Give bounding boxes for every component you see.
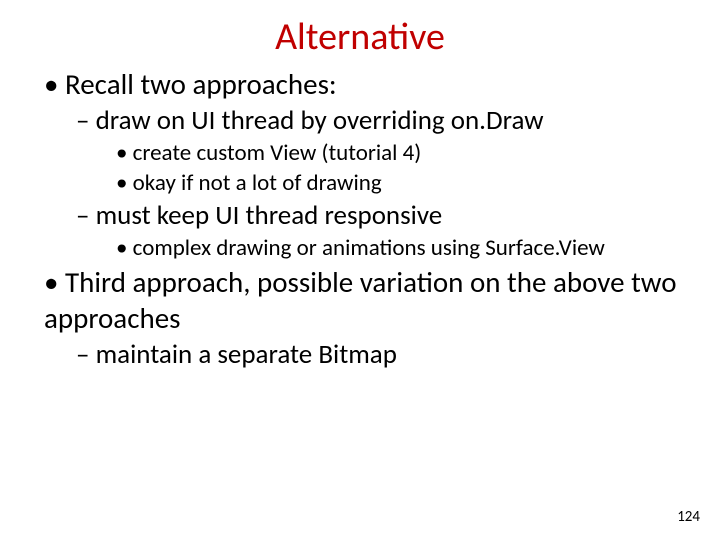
page-number: 124 [677, 508, 700, 526]
slide: Alternative Recall two approaches: draw … [0, 0, 720, 540]
bullet-level1: Third approach, possible variation on th… [44, 264, 684, 336]
bullet-level3: okay if not a lot of drawing [116, 169, 684, 197]
bullet-level3: complex drawing or animations using Surf… [116, 234, 684, 262]
bullet-level3: create custom View (tutorial 4) [116, 139, 684, 167]
slide-title: Alternative [36, 14, 684, 60]
bullet-level2: draw on UI thread by overriding on.Draw [76, 104, 684, 137]
bullet-level2: maintain a separate Bitmap [76, 338, 684, 371]
bullet-level1: Recall two approaches: [44, 66, 684, 102]
bullet-level2: must keep UI thread responsive [76, 199, 684, 232]
